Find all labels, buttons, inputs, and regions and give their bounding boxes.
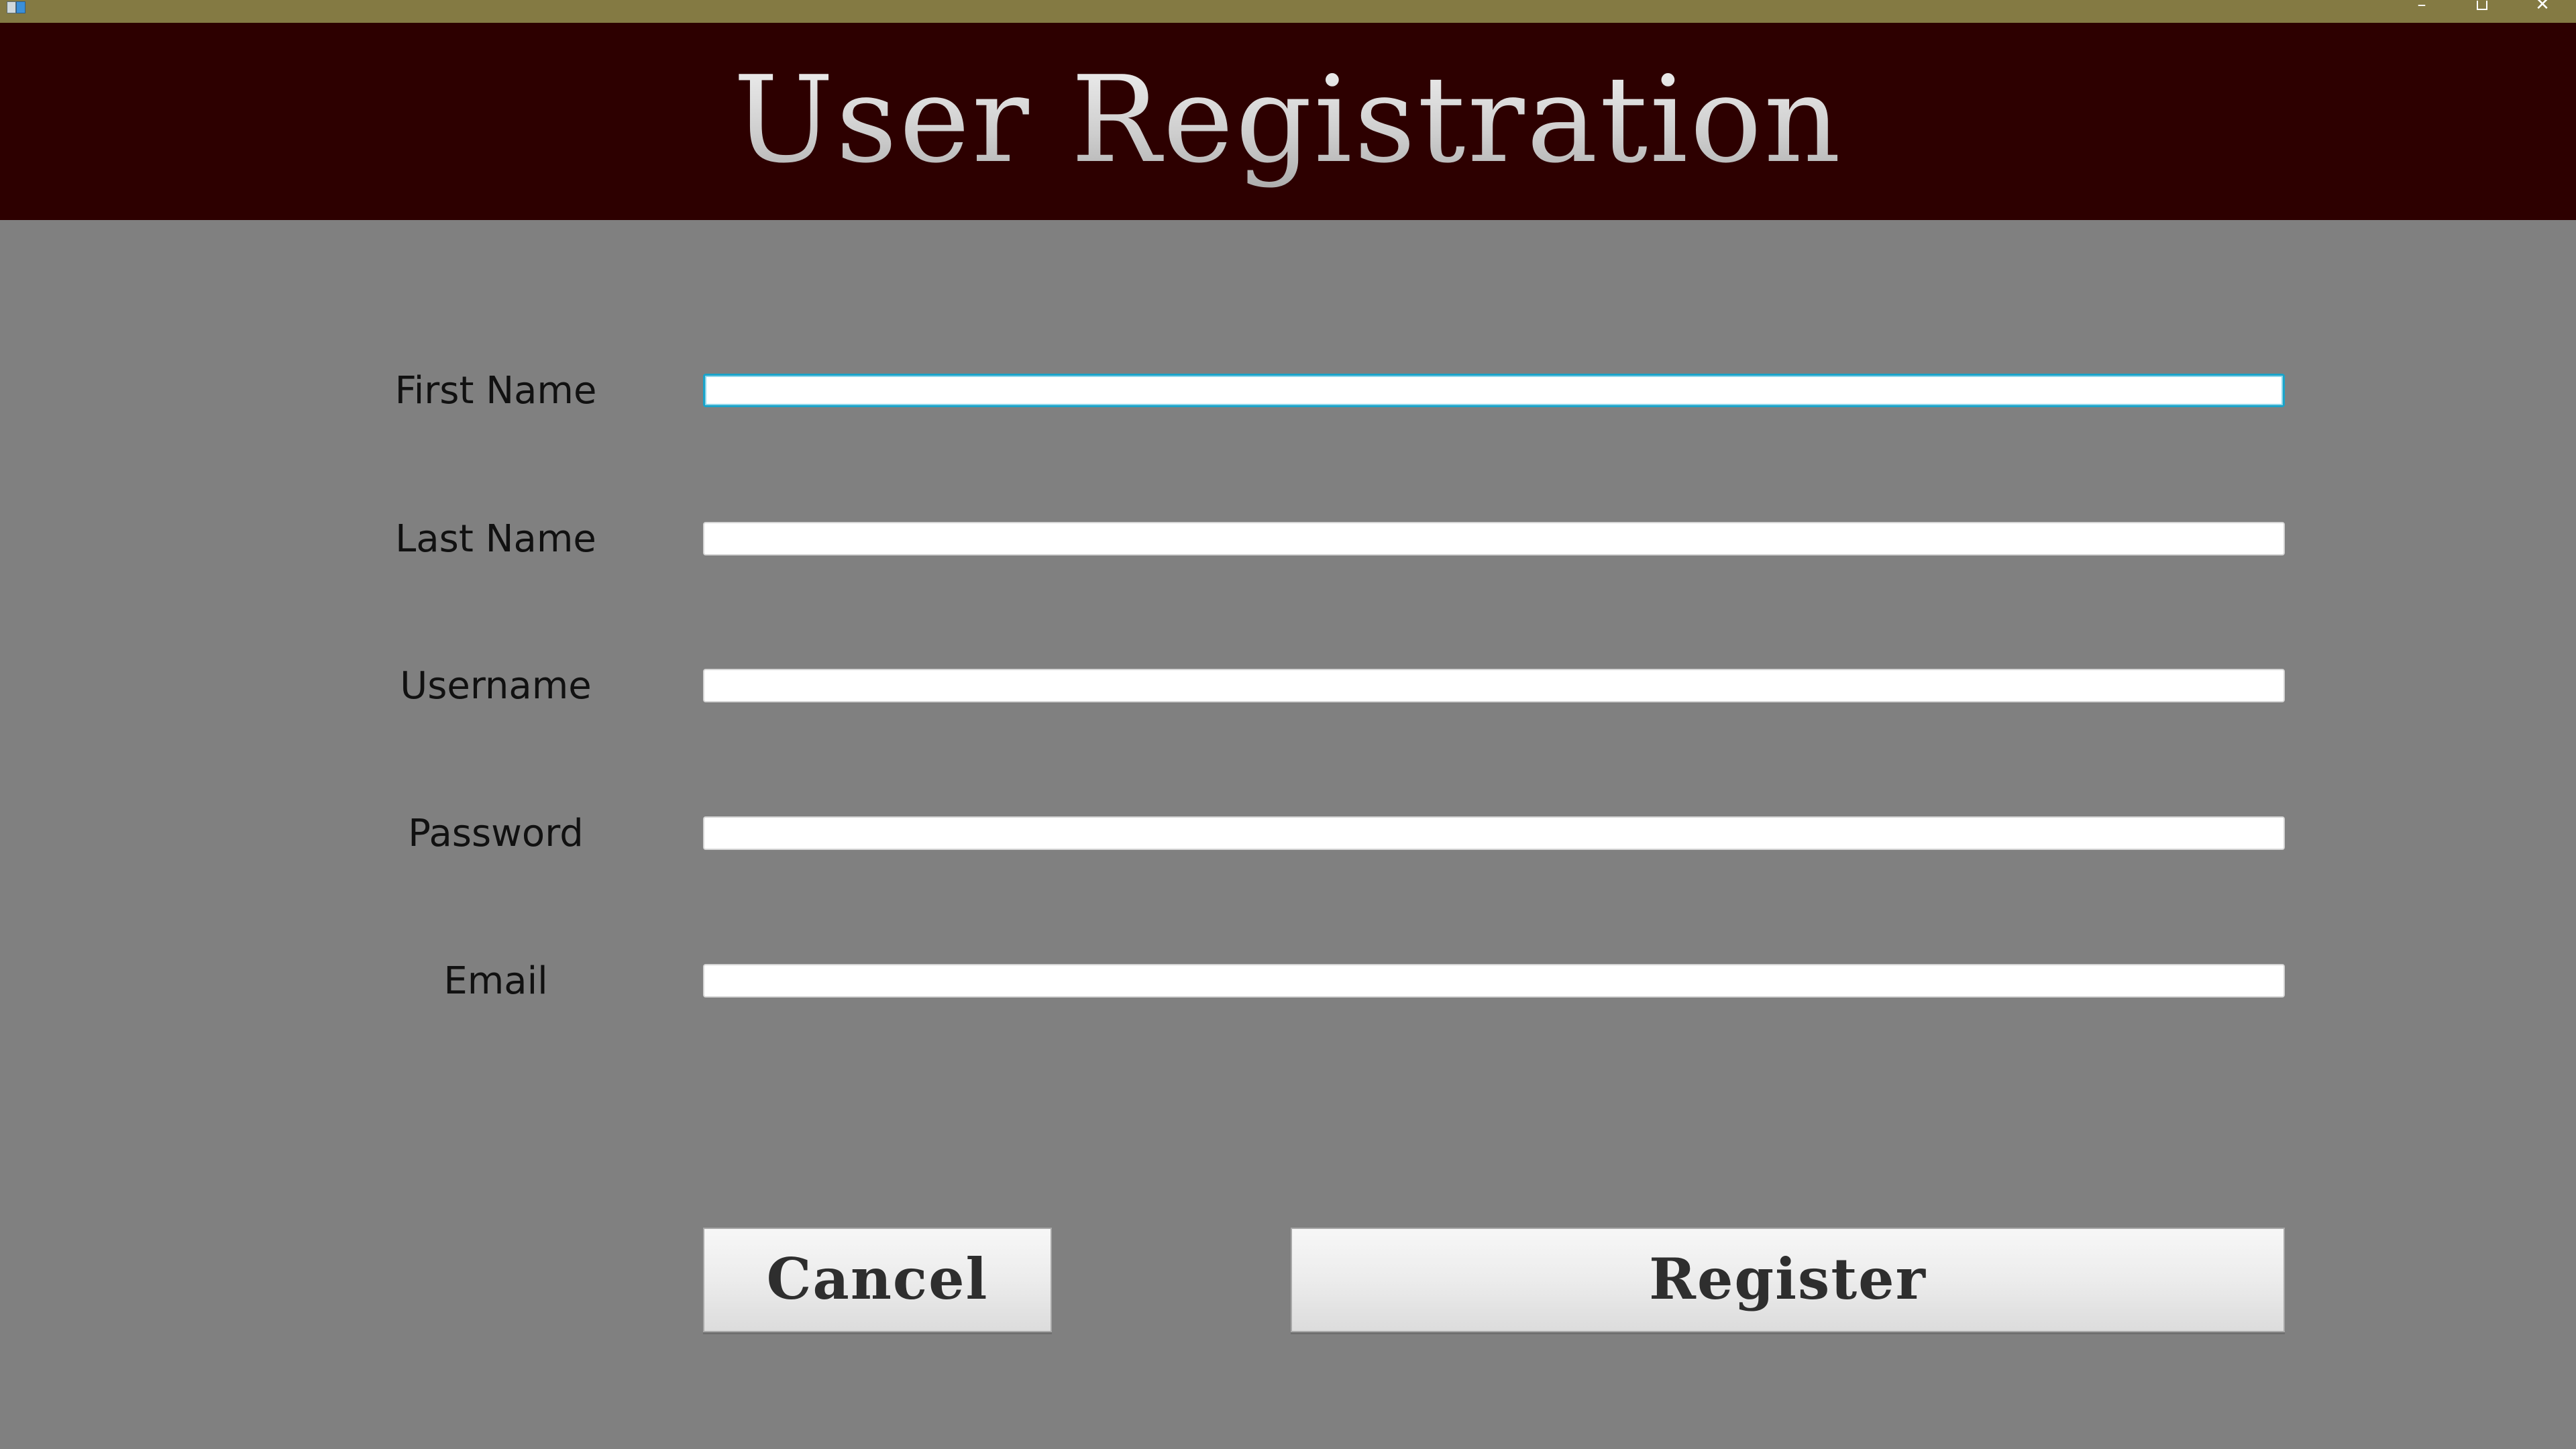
window-titlebar[interactable]: – ✕ <box>0 0 2576 23</box>
first-name-field[interactable] <box>703 374 2285 407</box>
last-name-field[interactable] <box>703 522 2285 555</box>
username-label: Username <box>400 664 592 708</box>
register-button[interactable]: Register <box>1291 1228 2285 1332</box>
close-icon[interactable]: ✕ <box>2522 0 2563 13</box>
email-field[interactable] <box>703 964 2285 998</box>
registration-window: – ✕ User Registration First Name Last Na… <box>0 0 2576 1449</box>
app-icon <box>7 1 27 13</box>
page-title: User Registration <box>0 23 2576 220</box>
username-field[interactable] <box>703 669 2285 702</box>
maximize-icon[interactable] <box>2462 0 2502 13</box>
email-label: Email <box>443 959 548 1003</box>
minimize-icon[interactable]: – <box>2402 0 2442 13</box>
first-name-label: First Name <box>394 369 597 413</box>
last-name-label: Last Name <box>395 517 596 561</box>
password-field[interactable] <box>703 816 2285 850</box>
cancel-button[interactable]: Cancel <box>703 1228 1052 1332</box>
password-label: Password <box>408 812 584 855</box>
